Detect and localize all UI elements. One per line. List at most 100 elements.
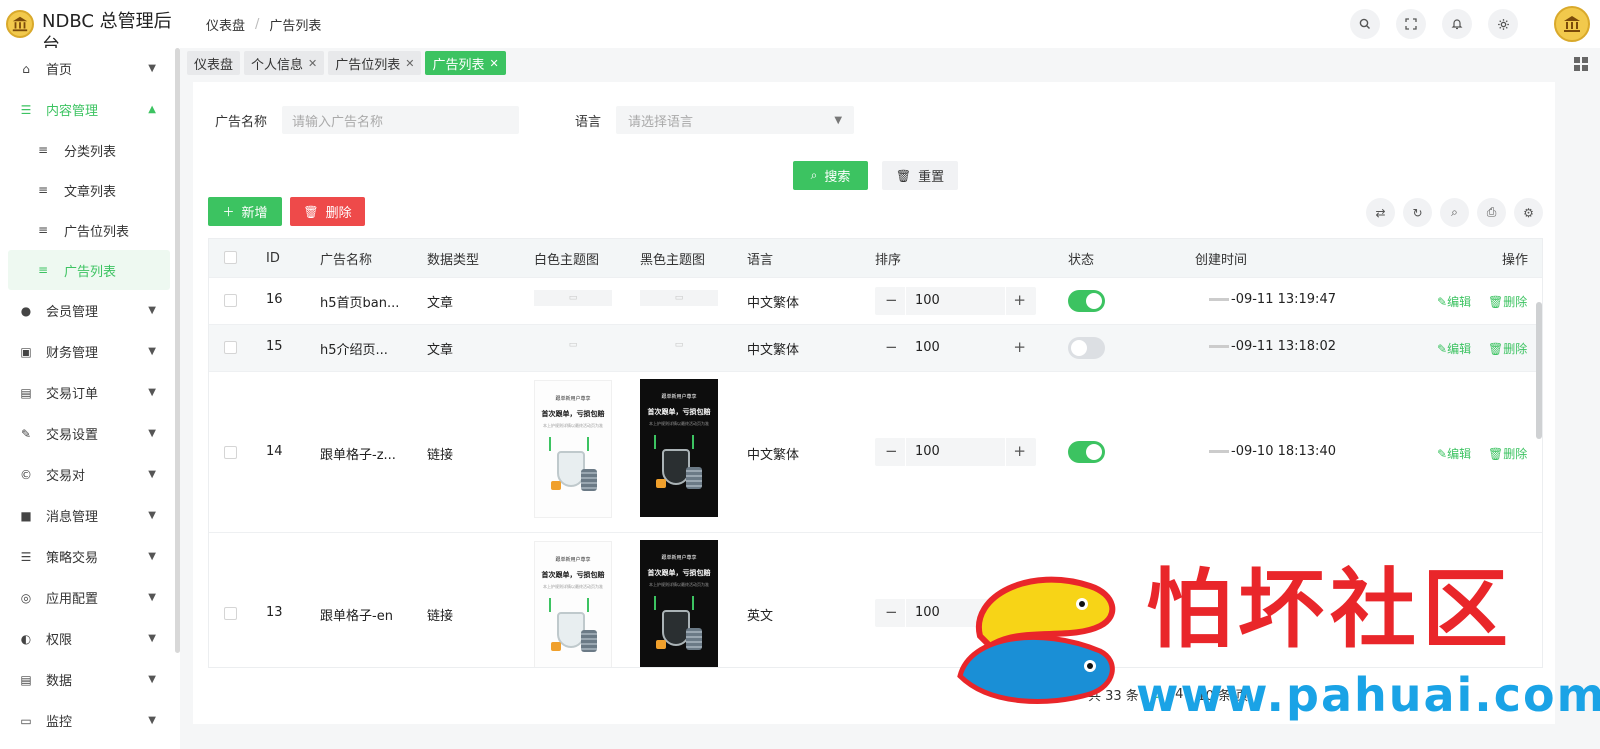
- sidebar-item-data[interactable]: ▤ 数据 ▼: [0, 659, 180, 700]
- bell-icon[interactable]: [1442, 9, 1472, 39]
- sidebar-subitem-categories[interactable]: ≡ 分类列表: [0, 130, 180, 170]
- sort-value[interactable]: 100: [915, 340, 940, 355]
- lines-icon: ≡: [38, 183, 49, 197]
- search-icon[interactable]: [1350, 9, 1380, 39]
- sidebar-item-messages[interactable]: ■ 消息管理 ▼: [0, 495, 180, 536]
- status-toggle[interactable]: [1068, 290, 1105, 312]
- sidebar-item-pairs[interactable]: © 交易对 ▼: [0, 454, 180, 495]
- light-theme-image[interactable]: 跟单新用户尊享 首次跟单，亏损包赔 本上护规则详情以最终活动页为准: [534, 541, 612, 667]
- sidebar-item-label: 交易对: [46, 469, 86, 484]
- sidebar-subitem-ad-slots[interactable]: ≡ 广告位列表: [0, 210, 180, 250]
- sidebar-item-trade-settings[interactable]: ✎ 交易设置 ▼: [0, 413, 180, 454]
- sort-value[interactable]: 100: [915, 605, 940, 620]
- status-toggle[interactable]: [1068, 441, 1105, 463]
- minus-icon[interactable]: −: [885, 442, 898, 460]
- select-all-checkbox[interactable]: [224, 251, 237, 264]
- col-language[interactable]: 语言: [747, 249, 773, 268]
- pagination-page[interactable]: 3: [1153, 687, 1161, 702]
- sidebar-subitem-ads[interactable]: ≡ 广告列表: [8, 250, 170, 290]
- ad-name-label: 广告名称: [215, 114, 268, 130]
- image-placeholder-icon[interactable]: ▭: [640, 337, 718, 353]
- delete-link[interactable]: 🗑︎删除: [1488, 293, 1527, 310]
- reset-button[interactable]: 🗑︎ 重置: [882, 161, 958, 190]
- swap-icon[interactable]: ⇄: [1366, 198, 1395, 227]
- edit-link[interactable]: ✎编辑: [1437, 340, 1471, 357]
- close-icon[interactable]: ✕: [308, 57, 317, 70]
- col-name[interactable]: 广告名称: [320, 249, 372, 268]
- col-created[interactable]: 创建时间: [1195, 249, 1247, 268]
- image-placeholder-icon[interactable]: ▭: [534, 290, 612, 306]
- pagination-page[interactable]: 4: [1175, 687, 1183, 702]
- sidebar-item-finance[interactable]: ▣ 财务管理 ▼: [0, 331, 180, 372]
- delete-link[interactable]: 🗑︎删除: [1488, 445, 1527, 462]
- plus-icon[interactable]: +: [1013, 338, 1026, 356]
- tab-ad-slots[interactable]: 广告位列表 ✕: [328, 51, 422, 75]
- sidebar-item-permissions[interactable]: ◐ 权限 ▼: [0, 618, 180, 659]
- dark-theme-image[interactable]: 跟单新用户尊享 首次跟单，亏损包赔 本上护规则详情以最终活动页为准: [640, 540, 718, 667]
- sidebar-item-home[interactable]: ⌂ 首页 ▼: [0, 48, 180, 89]
- gear-icon[interactable]: ⚙: [1514, 198, 1543, 227]
- minus-icon[interactable]: −: [885, 338, 898, 356]
- col-id[interactable]: ID: [266, 251, 280, 266]
- sort-stepper[interactable]: − 100 +: [875, 287, 1036, 315]
- minus-icon[interactable]: −: [885, 603, 898, 621]
- plus-icon[interactable]: +: [1013, 291, 1026, 309]
- sidebar-item-strategy[interactable]: ☰ 策略交易 ▼: [0, 536, 180, 577]
- col-dark-image[interactable]: 黑色主题图: [640, 249, 705, 268]
- close-icon[interactable]: ✕: [405, 57, 414, 70]
- ad-name-input[interactable]: 请输入广告名称: [282, 106, 520, 134]
- grid-icon[interactable]: [1574, 57, 1588, 71]
- table-scrollbar[interactable]: [1536, 302, 1542, 439]
- page-size-select[interactable]: 10 条/页: [1197, 685, 1248, 704]
- row-checkbox[interactable]: [224, 341, 237, 354]
- dark-theme-image[interactable]: 跟单新用户尊享 首次跟单，亏损包赔 本上护规则详情以最终活动页为准: [640, 379, 718, 517]
- language-select[interactable]: 请选择语言 ▼: [616, 106, 855, 134]
- breadcrumb-item-dashboard[interactable]: 仪表盘: [206, 15, 245, 34]
- minus-icon[interactable]: −: [885, 291, 898, 309]
- sidebar-scrollbar[interactable]: [175, 48, 180, 653]
- sidebar-item-monitor[interactable]: ▭ 监控 ▼: [0, 700, 180, 741]
- tab-dashboard[interactable]: 仪表盘: [187, 51, 241, 75]
- sort-value[interactable]: 100: [915, 293, 940, 308]
- sort-stepper[interactable]: − 100 +: [875, 438, 1036, 466]
- plus-icon[interactable]: +: [1013, 442, 1026, 460]
- status-toggle[interactable]: [1068, 337, 1105, 359]
- sort-stepper[interactable]: − 100 +: [875, 334, 1036, 362]
- refresh-icon[interactable]: ↻: [1403, 198, 1432, 227]
- add-button[interactable]: ＋ 新增: [208, 197, 282, 226]
- col-status[interactable]: 状态: [1068, 249, 1094, 268]
- col-type[interactable]: 数据类型: [427, 249, 479, 268]
- close-icon[interactable]: ✕: [490, 57, 499, 70]
- app-logo[interactable]: [6, 10, 34, 38]
- plus-icon[interactable]: +: [1013, 603, 1026, 621]
- tab-ads[interactable]: 广告列表 ✕: [425, 51, 506, 75]
- sidebar-subitem-articles[interactable]: ≡ 文章列表: [0, 170, 180, 210]
- row-checkbox[interactable]: [224, 294, 237, 307]
- search-button[interactable]: ⌕ 搜索: [793, 161, 868, 190]
- sidebar-item-app-config[interactable]: ◎ 应用配置 ▼: [0, 577, 180, 618]
- edit-link[interactable]: ✎编辑: [1437, 293, 1471, 310]
- sort-value[interactable]: 100: [915, 444, 940, 459]
- image-placeholder-icon[interactable]: ▭: [640, 290, 718, 306]
- sort-stepper[interactable]: − 100 +: [875, 599, 1036, 627]
- tab-profile[interactable]: 个人信息 ✕: [244, 51, 325, 75]
- avatar[interactable]: [1554, 6, 1590, 42]
- image-placeholder-icon[interactable]: ▭: [534, 337, 612, 353]
- delete-link[interactable]: 🗑︎删除: [1488, 340, 1527, 357]
- edit-link[interactable]: ✎编辑: [1437, 445, 1471, 462]
- row-name: h5介绍页...: [320, 343, 388, 358]
- tab-label: 仪表盘: [194, 57, 234, 73]
- sidebar-item-content[interactable]: ☰ 内容管理 ▲: [0, 89, 180, 130]
- fullscreen-icon[interactable]: [1396, 9, 1426, 39]
- col-light-image[interactable]: 白色主题图: [534, 249, 599, 268]
- sidebar-item-orders[interactable]: ▤ 交易订单 ▼: [0, 372, 180, 413]
- settings-icon[interactable]: [1488, 9, 1518, 39]
- print-icon[interactable]: ⎙: [1477, 198, 1506, 227]
- sidebar-item-members[interactable]: ● 会员管理 ▼: [0, 290, 180, 331]
- col-sort[interactable]: 排序: [875, 249, 901, 268]
- search-icon[interactable]: ⌕: [1440, 198, 1469, 227]
- row-checkbox[interactable]: [224, 446, 237, 459]
- delete-button[interactable]: 🗑︎ 删除: [290, 197, 365, 226]
- row-checkbox[interactable]: [224, 607, 237, 620]
- light-theme-image[interactable]: 跟单新用户尊享 首次跟单，亏损包赔 本上护规则详情以最终活动页为准: [534, 380, 612, 518]
